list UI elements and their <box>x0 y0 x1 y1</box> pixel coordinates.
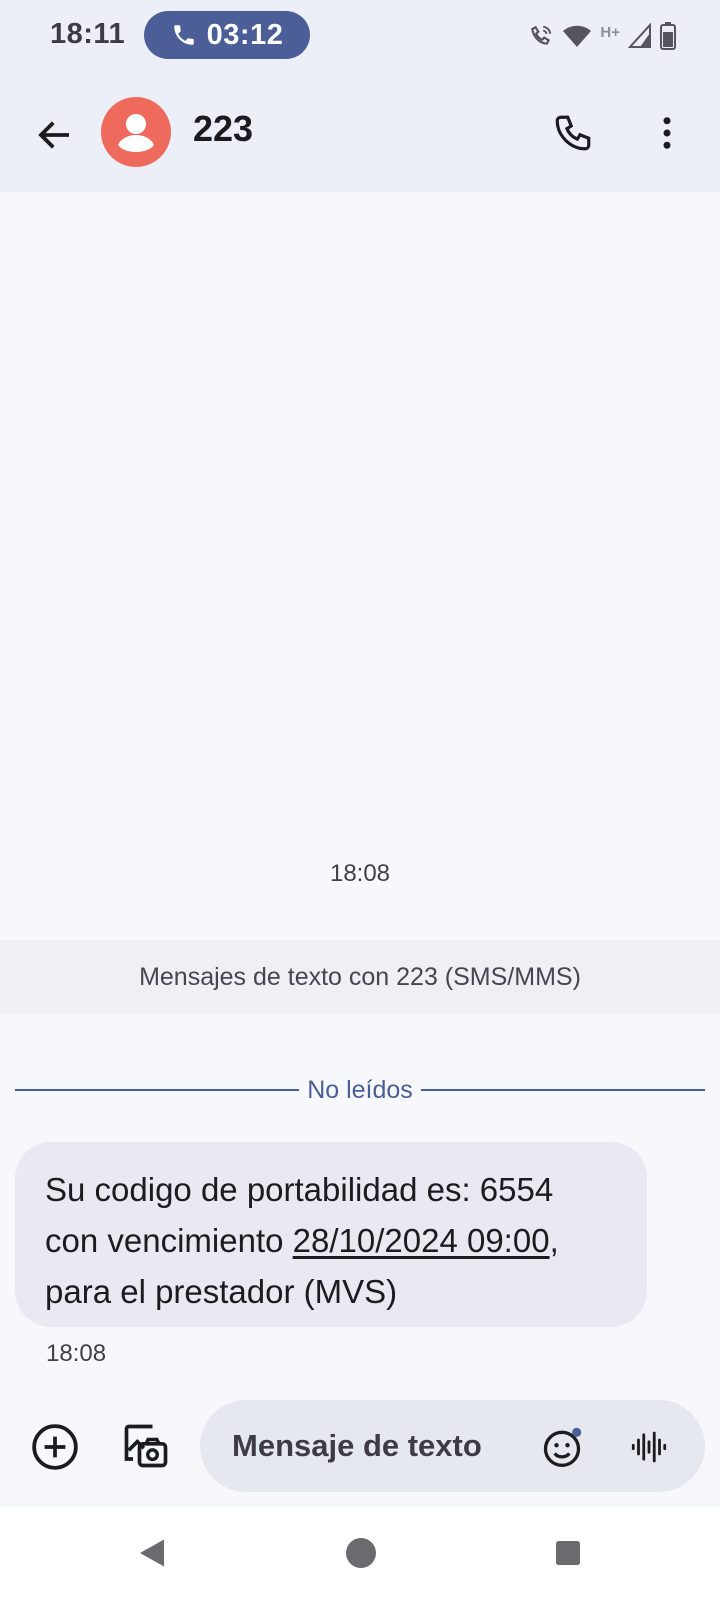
nav-home-icon[interactable] <box>343 1535 379 1571</box>
battery-icon <box>660 22 676 50</box>
cell-signal-icon <box>628 23 651 48</box>
message-line: con vencimiento 28/10/2024 09:00, <box>45 1215 617 1266</box>
more-vert-icon[interactable] <box>646 112 688 154</box>
system-nav-bar <box>0 1507 720 1600</box>
nav-back-icon[interactable] <box>134 1535 170 1571</box>
message-input[interactable]: Mensaje de texto <box>232 1428 482 1464</box>
message-text: con vencimiento <box>45 1222 293 1259</box>
voice-icon[interactable] <box>628 1426 670 1468</box>
avatar[interactable] <box>101 97 171 167</box>
unread-divider: No leídos <box>15 1073 705 1107</box>
wifi-icon <box>563 25 592 47</box>
network-type: H+ <box>600 23 620 41</box>
nav-recents-icon[interactable] <box>552 1537 584 1569</box>
conversation-header: 223 <box>0 78 720 192</box>
composer: Mensaje de texto <box>0 1390 720 1498</box>
gallery-icon[interactable] <box>120 1420 172 1472</box>
message-timestamp: 18:08 <box>46 1340 107 1367</box>
phone-icon[interactable] <box>552 112 594 154</box>
person-icon <box>118 114 154 152</box>
status-time: 18:11 <box>50 18 126 50</box>
divider-line <box>15 1089 300 1091</box>
status-bar: 18:11 03:12 H+ <box>0 0 720 78</box>
ongoing-call-chip[interactable]: 03:12 <box>144 11 310 59</box>
unread-label: No leídos <box>307 1075 413 1104</box>
message-line: Su codigo de portabilidad es: 6554 <box>45 1171 554 1208</box>
message-input-container[interactable]: Mensaje de texto <box>200 1400 705 1492</box>
contact-name[interactable]: 223 <box>193 108 253 150</box>
message-text: , <box>549 1222 559 1259</box>
sms-info-banner: Mensajes de texto con 223 (SMS/MMS) <box>0 940 720 1014</box>
message-line: para el prestador (MVS) <box>45 1273 398 1310</box>
emoji-icon[interactable] <box>540 1425 584 1469</box>
status-icons: H+ <box>528 20 676 52</box>
conversation-timestamp: 18:08 <box>329 860 391 887</box>
add-circle-icon[interactable] <box>30 1422 80 1472</box>
wifi-calling-icon <box>531 25 552 45</box>
phone-call-icon <box>173 25 194 45</box>
message-bubble[interactable]: Su codigo de portabilidad es: 6554 con v… <box>15 1142 647 1327</box>
call-timer: 03:12 <box>206 18 284 51</box>
date-link[interactable]: 28/10/2024 09:00 <box>293 1222 550 1259</box>
back-arrow-icon[interactable] <box>34 114 76 156</box>
divider-line <box>420 1089 705 1091</box>
